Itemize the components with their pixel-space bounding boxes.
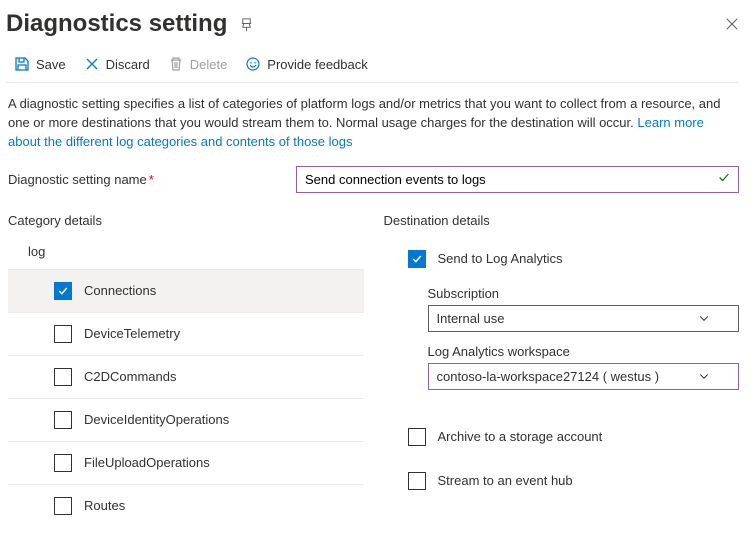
feedback-label: Provide feedback bbox=[267, 57, 367, 72]
dest-eventhub[interactable]: Stream to an event hub bbox=[384, 466, 740, 496]
destination-details-title: Destination details bbox=[384, 213, 740, 228]
checkbox-icon bbox=[54, 282, 72, 300]
checkbox-icon bbox=[54, 411, 72, 429]
discard-label: Discard bbox=[106, 57, 150, 72]
log-item-devicetelemetry[interactable]: DeviceTelemetry bbox=[8, 313, 364, 356]
delete-button: Delete bbox=[168, 56, 228, 72]
description: A diagnostic setting specifies a list of… bbox=[6, 95, 739, 152]
log-subhead: log bbox=[8, 244, 364, 269]
toolbar: Save Discard Delete Provide feedback bbox=[6, 46, 739, 83]
subscription-value: Internal use bbox=[437, 311, 505, 326]
save-label: Save bbox=[36, 57, 66, 72]
log-item-label: DeviceTelemetry bbox=[84, 326, 180, 341]
log-item-label: DeviceIdentityOperations bbox=[84, 412, 229, 427]
feedback-button[interactable]: Provide feedback bbox=[245, 56, 367, 72]
description-text: A diagnostic setting specifies a list of… bbox=[8, 96, 720, 130]
workspace-value: contoso-la-workspace27124 ( westus ) bbox=[437, 369, 660, 384]
log-item-deviceidentityoperations[interactable]: DeviceIdentityOperations bbox=[8, 399, 364, 442]
required-indicator: * bbox=[149, 172, 154, 187]
workspace-select[interactable]: contoso-la-workspace27124 ( westus ) bbox=[428, 363, 740, 390]
page-title: Diagnostics setting bbox=[6, 10, 227, 38]
dest-log-analytics[interactable]: Send to Log Analytics bbox=[384, 244, 740, 274]
chevron-down-icon bbox=[698, 312, 710, 324]
discard-button[interactable]: Discard bbox=[84, 56, 150, 72]
checkbox-icon bbox=[408, 428, 426, 446]
subscription-select[interactable]: Internal use bbox=[428, 305, 740, 332]
checkbox-icon bbox=[408, 472, 426, 490]
valid-check-icon bbox=[717, 171, 731, 188]
checkbox-icon bbox=[54, 368, 72, 386]
log-item-routes[interactable]: Routes bbox=[8, 485, 364, 527]
log-item-label: C2DCommands bbox=[84, 369, 176, 384]
dest-storage[interactable]: Archive to a storage account bbox=[384, 422, 740, 452]
log-item-connections[interactable]: Connections bbox=[8, 269, 364, 313]
subscription-label: Subscription bbox=[428, 286, 740, 301]
dest-label: Stream to an event hub bbox=[438, 473, 573, 488]
dest-label: Archive to a storage account bbox=[438, 429, 603, 444]
save-button[interactable]: Save bbox=[14, 56, 66, 72]
chevron-down-icon bbox=[698, 370, 710, 382]
pin-icon[interactable] bbox=[239, 17, 254, 32]
delete-label: Delete bbox=[190, 57, 228, 72]
log-item-c2dcommands[interactable]: C2DCommands bbox=[8, 356, 364, 399]
checkbox-icon bbox=[408, 250, 426, 268]
log-item-label: FileUploadOperations bbox=[84, 455, 210, 470]
dest-label: Send to Log Analytics bbox=[438, 251, 563, 266]
log-item-label: Routes bbox=[84, 498, 125, 513]
checkbox-icon bbox=[54, 325, 72, 343]
setting-name-input[interactable] bbox=[296, 166, 739, 193]
category-details-title: Category details bbox=[8, 213, 364, 228]
log-item-fileuploadoperations[interactable]: FileUploadOperations bbox=[8, 442, 364, 485]
checkbox-icon bbox=[54, 497, 72, 515]
log-category-list: Connections DeviceTelemetry C2DCommands … bbox=[8, 269, 364, 527]
close-icon[interactable] bbox=[725, 17, 739, 31]
checkbox-icon bbox=[54, 454, 72, 472]
log-item-label: Connections bbox=[84, 283, 156, 298]
setting-name-label: Diagnostic setting name* bbox=[8, 172, 288, 187]
workspace-label: Log Analytics workspace bbox=[428, 344, 740, 359]
